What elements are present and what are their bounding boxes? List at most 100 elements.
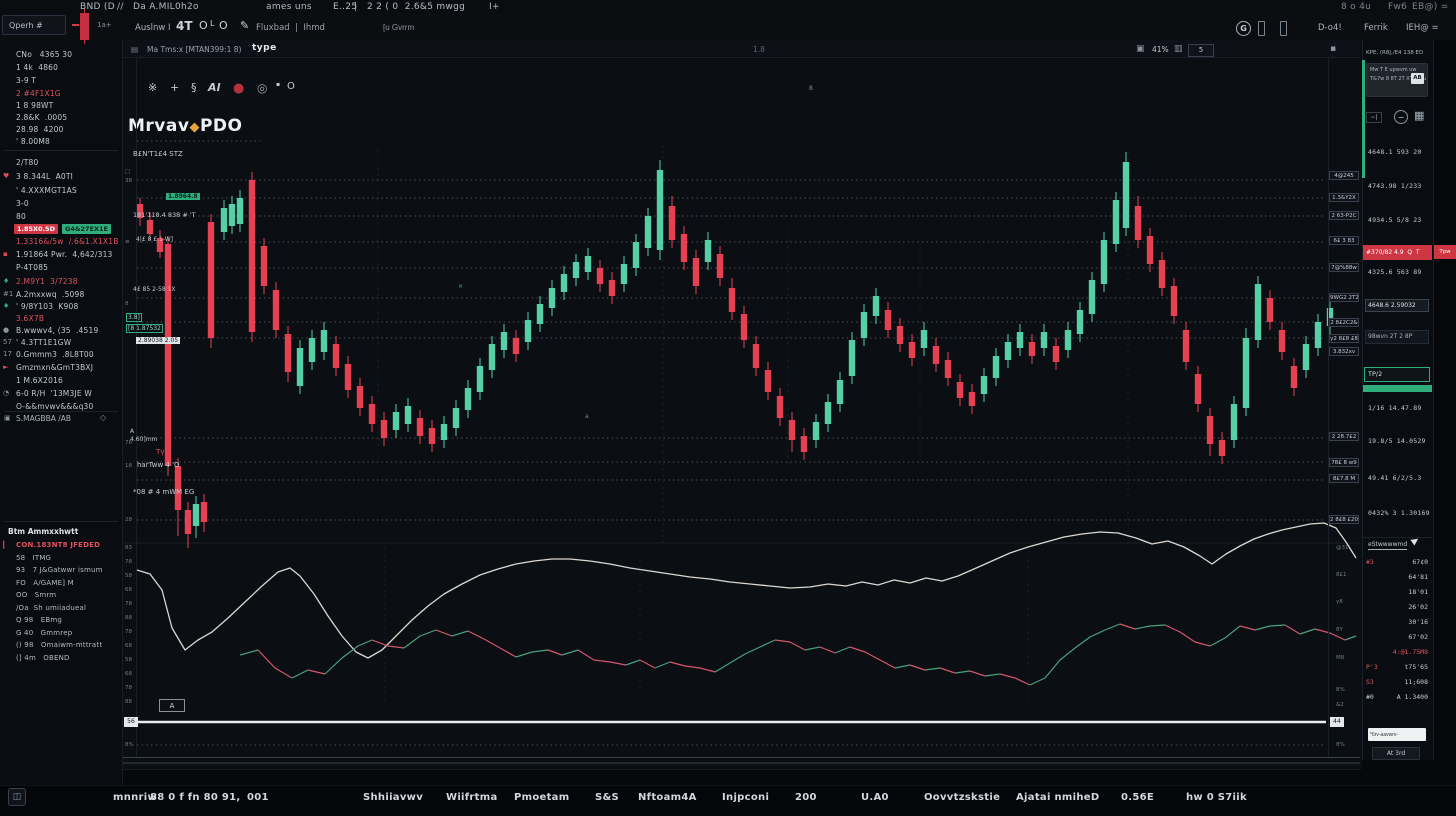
trade-row-value[interactable]: 11;608 xyxy=(1380,678,1428,686)
panel-value-row[interactable]: 1/16 14.47.89 xyxy=(1368,404,1421,412)
google-badge-icon[interactable]: G xyxy=(1236,21,1251,36)
price-badge-up[interactable]: G4&27EX1E xyxy=(62,224,111,234)
trade-row-value[interactable]: 26'02 xyxy=(1380,603,1428,611)
chart-type-label[interactable]: type xyxy=(252,43,277,53)
zoom-level[interactable]: 41% xyxy=(1152,45,1169,54)
line-tool-icon[interactable]: 4T xyxy=(176,19,193,33)
menu-item[interactable]: I+ xyxy=(489,2,500,12)
watch-row[interactable]: ' 4.3TT1E1GW xyxy=(16,338,71,347)
indicator-settings-button[interactable]: A xyxy=(159,699,185,712)
trade-row-value[interactable]: 30'16 xyxy=(1380,618,1428,626)
watch-row[interactable]: 2.8&K .0005 xyxy=(16,113,67,122)
open-positions-box[interactable]: Qperh # xyxy=(2,15,66,35)
alert-row[interactable]: #370/82 4.9 Q T xyxy=(1363,245,1432,260)
trade-row-value[interactable]: 64'81 xyxy=(1380,573,1428,581)
scrollbar[interactable] xyxy=(123,757,1360,758)
target-icon[interactable]: ◎ xyxy=(257,81,267,95)
dot-icon[interactable]: ▪ xyxy=(276,81,280,88)
sparkle-icon[interactable]: ※ xyxy=(148,81,157,94)
tree-row[interactable]: OO Smrm xyxy=(16,591,56,599)
watch-row[interactable]: 6-0 R/H '13M3JE W xyxy=(16,389,92,398)
interval-dropdown[interactable]: ~| xyxy=(1366,112,1382,123)
trade-row-value[interactable]: t75'65 xyxy=(1380,663,1428,671)
panel-value-row[interactable]: 4743.98 1/233 xyxy=(1368,182,1421,190)
grid-icon[interactable]: ▦ xyxy=(1414,109,1424,122)
dot-icon[interactable]: ▪ xyxy=(1330,44,1336,54)
trade-row-value[interactable]: A 1.3400 xyxy=(1380,693,1428,701)
watch-row[interactable]: ' 9/8Y103 K908 xyxy=(16,302,78,311)
sparkle-icon[interactable]: ◇ xyxy=(100,413,106,422)
trade-row-value[interactable]: 67¢0 xyxy=(1380,558,1428,566)
take-profit-box[interactable]: TP/2 xyxy=(1364,367,1430,382)
tree-row[interactable]: CON.183NT8 JFEDED xyxy=(16,541,100,549)
section-icon[interactable]: § xyxy=(191,81,197,94)
watch-row[interactable]: Gmzmxn&GmT3BXJ xyxy=(16,363,93,372)
panel-value-row[interactable]: 0432% 3 1.30169 xyxy=(1368,509,1430,517)
watch-row[interactable]: 1.3316&/5w /.6&1.X1X1B xyxy=(16,237,119,246)
tree-row[interactable]: 93 7 J&Gatwwr ismum xyxy=(16,566,103,574)
watch-row[interactable]: 1 M.6X2016 xyxy=(16,376,63,385)
scrollbar[interactable] xyxy=(123,762,1360,764)
menu-item[interactable]: BND (D xyxy=(80,2,115,12)
watch-row[interactable]: 28.98 4200 xyxy=(16,125,64,134)
watch-row[interactable]: 2 #4F1X1G xyxy=(16,89,61,98)
shape-circle-icon[interactable]: O xyxy=(199,19,208,32)
avatar-icon[interactable]: ● xyxy=(233,81,244,96)
panel-value-row[interactable]: 4648.1 593 20 xyxy=(1368,148,1421,156)
tree-row[interactable]: G 40 Gmmrep xyxy=(16,629,72,637)
tree-row[interactable]: Q 98 EBmg xyxy=(16,616,62,624)
search-input[interactable] xyxy=(383,23,493,32)
account-status-row[interactable]: S.MAGBBA /AB xyxy=(16,414,71,423)
watch-row[interactable]: CNo 4365 30 xyxy=(16,50,72,59)
menu-item[interactable]: Fw6 xyxy=(1388,2,1407,12)
tree-row[interactable]: 58 ITMG xyxy=(16,554,51,562)
watch-row[interactable]: 80 xyxy=(16,212,26,221)
timeframe-label[interactable]: Fluxbad | Ihmd xyxy=(256,23,325,33)
circle-icon[interactable]: O xyxy=(287,81,295,92)
menu-item[interactable]: | xyxy=(354,2,357,12)
watch-row[interactable]: 2.M9Y1 3/7238 xyxy=(16,277,78,286)
panel-value-row[interactable]: 19.8/5 14.0529 xyxy=(1368,437,1426,445)
panel-value-row[interactable]: 49.41 6/2/5.3 xyxy=(1368,474,1421,482)
order-input[interactable] xyxy=(1368,728,1426,741)
toggle-bar-icon[interactable] xyxy=(1280,21,1287,36)
watch-row[interactable]: ' 8.00M8 xyxy=(16,137,50,146)
watch-row[interactable]: A.2mxxwq .5098 xyxy=(16,290,84,299)
watch-row[interactable]: O-&&mvwv&&&q30 xyxy=(16,402,93,411)
toggle-bar-icon[interactable] xyxy=(1258,21,1265,36)
watch-row[interactable]: 3-9 T xyxy=(16,76,36,85)
toolbar-right-item[interactable]: Ferrik xyxy=(1364,23,1388,33)
panel-value-row[interactable]: 4934.5 5/8 23 xyxy=(1368,216,1421,224)
trade-row-value[interactable]: 4:@1.75M8 xyxy=(1380,648,1428,656)
menu-item[interactable]: ames uns xyxy=(266,2,312,12)
pen-icon[interactable]: ✎ xyxy=(240,19,249,32)
panel-value-row[interactable]: 4325.6 563 89 xyxy=(1368,268,1421,276)
menu-item[interactable]: EB@) = xyxy=(1412,2,1449,12)
trade-section-title[interactable]: eStwwwwmd xyxy=(1368,541,1407,550)
menu-item[interactable]: // xyxy=(117,2,124,12)
watch-row[interactable]: 2/T80 xyxy=(16,158,38,167)
menu-item[interactable]: Da A.MIL0h2o xyxy=(133,2,199,12)
columns-icon[interactable]: ▥ xyxy=(1174,44,1183,54)
crosshair-icon[interactable]: + xyxy=(170,81,179,94)
price-badge-down[interactable]: 1.85X0.5D xyxy=(14,224,58,234)
watch-row[interactable]: 1 4k 4860 xyxy=(16,63,58,72)
alert-tag[interactable]: Tpw xyxy=(1434,245,1456,259)
order-button[interactable]: At 3rd xyxy=(1372,747,1420,760)
chart-tab-title[interactable]: Ma Tms:x [MTAN399:1 8) xyxy=(147,45,241,54)
minus-button[interactable]: − xyxy=(1394,110,1408,124)
trade-row-value[interactable]: 18'01 xyxy=(1380,588,1428,596)
highlighted-row[interactable]: 4648.6 2.59032 xyxy=(1365,299,1429,312)
menu-item[interactable]: 8 o 4u xyxy=(1341,2,1371,12)
watch-row[interactable]: P-4T085 xyxy=(16,263,48,272)
shape-oval-icon[interactable]: O xyxy=(219,19,228,32)
watch-row[interactable]: 3-0 xyxy=(16,199,29,208)
taskbar-app-icon[interactable]: ◫ xyxy=(8,788,26,806)
watch-row[interactable]: B.wwwv4, (35 .4519 xyxy=(16,326,98,335)
instrument-selector[interactable]: Auslnw I xyxy=(135,23,171,33)
menu-item[interactable]: 2 2 ( 0 2.6&5 mwgg xyxy=(367,2,465,12)
tree-row[interactable]: () 98 Omaiwm-mttratt xyxy=(16,641,102,649)
watch-row[interactable]: 3.6X7B xyxy=(16,314,44,323)
watch-row[interactable]: 1.91864 Pwr. 4,642/313 xyxy=(16,250,113,259)
toolbar-right-item[interactable]: D-o4! xyxy=(1318,23,1342,33)
